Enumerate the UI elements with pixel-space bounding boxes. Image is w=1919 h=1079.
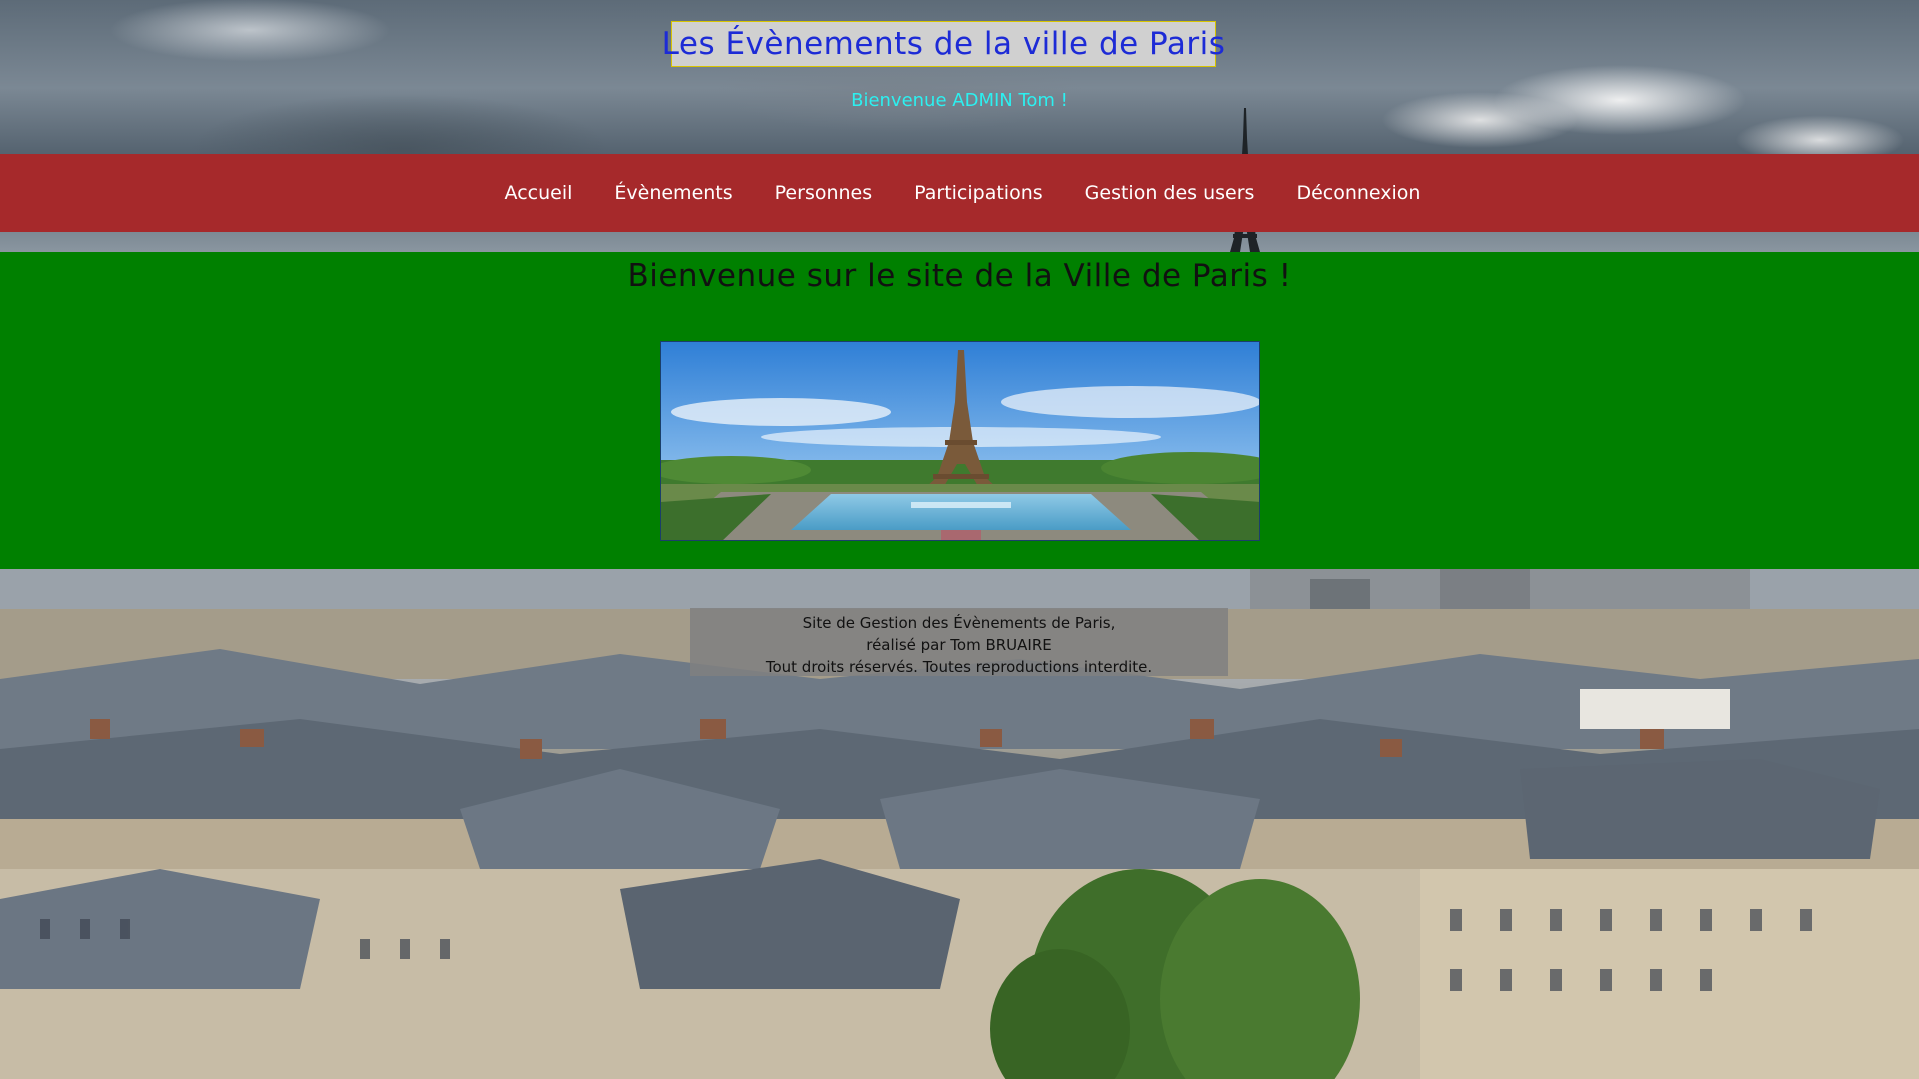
- nav-item-deconnexion[interactable]: Déconnexion: [1275, 182, 1441, 204]
- main-nav: Accueil Évènements Personnes Participati…: [0, 154, 1919, 232]
- site-title: Les Évènements de la ville de Paris: [661, 26, 1226, 62]
- footer-copyright: Tout droits réservés. Toutes reproductio…: [765, 658, 1153, 676]
- welcome-user-message: Bienvenue ADMIN Tom !: [851, 90, 1068, 111]
- site-title-box: Les Évènements de la ville de Paris: [662, 21, 1225, 67]
- footer-site-description: Site de Gestion des Évènements de Paris,: [802, 614, 1116, 632]
- nav-item-personnes[interactable]: Personnes: [754, 182, 893, 204]
- page-heading: Bienvenue sur le site de la Ville de Par…: [627, 258, 1292, 294]
- nav-item-evenements[interactable]: Évènements: [593, 182, 753, 204]
- site-footer: Site de Gestion des Évènements de Paris,…: [690, 608, 1228, 676]
- main-content: Bienvenue sur le site de la Ville de Par…: [0, 252, 1919, 569]
- nav-item-accueil[interactable]: Accueil: [484, 182, 594, 204]
- nav-item-gestion-users[interactable]: Gestion des users: [1064, 182, 1276, 204]
- footer-author: réalisé par Tom BRUAIRE: [866, 636, 1052, 654]
- nav-item-participations[interactable]: Participations: [893, 182, 1064, 204]
- eiffel-tower-hero-image: [660, 341, 1260, 541]
